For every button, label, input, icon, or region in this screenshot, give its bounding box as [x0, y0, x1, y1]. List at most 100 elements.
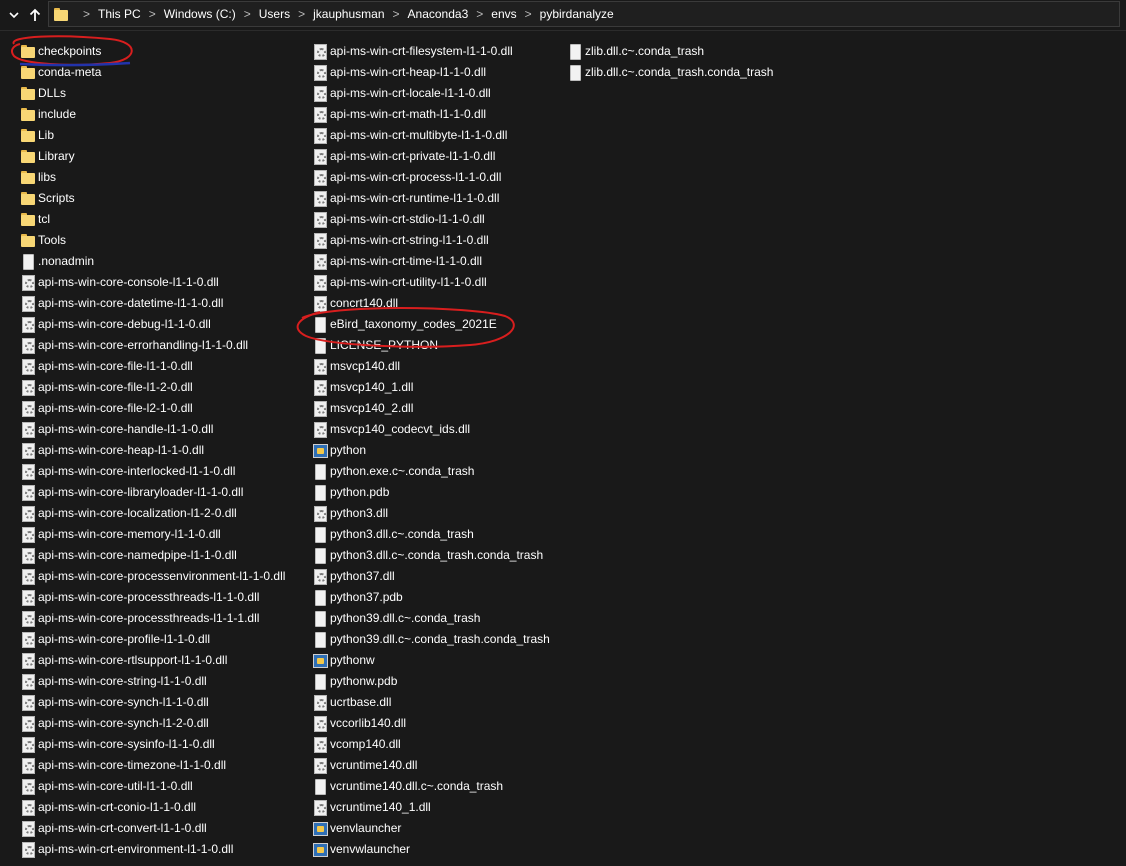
file-item[interactable]: api-ms-win-core-file-l1-1-0.dll: [20, 355, 285, 376]
breadcrumb-item[interactable]: Anaconda3: [408, 7, 469, 21]
file-item[interactable]: msvcp140_1.dll: [312, 376, 550, 397]
breadcrumb-item[interactable]: envs: [491, 7, 516, 21]
file-item[interactable]: api-ms-win-crt-runtime-l1-1-0.dll: [312, 187, 550, 208]
file-item[interactable]: api-ms-win-core-heap-l1-1-0.dll: [20, 439, 285, 460]
file-item[interactable]: zlib.dll.c~.conda_trash.conda_trash: [567, 61, 773, 82]
file-item[interactable]: api-ms-win-core-memory-l1-1-0.dll: [20, 523, 285, 544]
file-item[interactable]: pythonw.pdb: [312, 670, 550, 691]
breadcrumb-item[interactable]: jkauphusman: [313, 7, 384, 21]
file-item[interactable]: api-ms-win-crt-utility-l1-1-0.dll: [312, 271, 550, 292]
file-item[interactable]: python39.dll.c~.conda_trash: [312, 607, 550, 628]
file-item[interactable]: python3.dll.c~.conda_trash.conda_trash: [312, 544, 550, 565]
breadcrumb-item[interactable]: Users: [259, 7, 290, 21]
folder-item[interactable]: tcl: [20, 208, 285, 229]
file-item[interactable]: api-ms-win-crt-locale-l1-1-0.dll: [312, 82, 550, 103]
file-item[interactable]: api-ms-win-core-interlocked-l1-1-0.dll: [20, 460, 285, 481]
file-item[interactable]: api-ms-win-core-console-l1-1-0.dll: [20, 271, 285, 292]
file-item[interactable]: api-ms-win-core-string-l1-1-0.dll: [20, 670, 285, 691]
file-item[interactable]: pythonw: [312, 649, 550, 670]
file-item[interactable]: api-ms-win-crt-math-l1-1-0.dll: [312, 103, 550, 124]
breadcrumb-separator[interactable]: >: [298, 7, 305, 21]
file-item[interactable]: python3.dll.c~.conda_trash: [312, 523, 550, 544]
file-item[interactable]: api-ms-win-crt-stdio-l1-1-0.dll: [312, 208, 550, 229]
item-name: api-ms-win-core-debug-l1-1-0.dll: [38, 316, 211, 331]
breadcrumb-item[interactable]: pybirdanalyze: [540, 7, 614, 21]
file-item[interactable]: api-ms-win-core-profile-l1-1-0.dll: [20, 628, 285, 649]
file-item[interactable]: concrt140.dll: [312, 292, 550, 313]
file-item[interactable]: api-ms-win-core-libraryloader-l1-1-0.dll: [20, 481, 285, 502]
dll-file-icon: [312, 127, 328, 144]
breadcrumb-separator[interactable]: >: [83, 7, 90, 21]
file-item[interactable]: python37.pdb: [312, 586, 550, 607]
file-item[interactable]: vcruntime140.dll: [312, 754, 550, 775]
file-item[interactable]: vcruntime140_1.dll: [312, 796, 550, 817]
file-item[interactable]: api-ms-win-core-file-l2-1-0.dll: [20, 397, 285, 418]
folder-item[interactable]: Tools: [20, 229, 285, 250]
folder-icon: [20, 211, 36, 227]
file-item[interactable]: api-ms-win-core-processthreads-l1-1-0.dl…: [20, 586, 285, 607]
up-arrow-icon[interactable]: [24, 0, 46, 30]
file-item[interactable]: msvcp140.dll: [312, 355, 550, 376]
file-item[interactable]: python: [312, 439, 550, 460]
address-bar[interactable]: > This PC > Windows (C:) > Users > jkauphusman >…: [48, 1, 1120, 27]
file-item[interactable]: vcruntime140.dll.c~.conda_trash: [312, 775, 550, 796]
file-item[interactable]: venvwlauncher: [312, 838, 550, 859]
file-item[interactable]: python3.dll: [312, 502, 550, 523]
file-item[interactable]: api-ms-win-crt-multibyte-l1-1-0.dll: [312, 124, 550, 145]
folder-item[interactable]: Lib: [20, 124, 285, 145]
file-item[interactable]: venvlauncher: [312, 817, 550, 838]
file-item[interactable]: api-ms-win-core-handle-l1-1-0.dll: [20, 418, 285, 439]
file-item[interactable]: eBird_taxonomy_codes_2021E: [312, 313, 550, 334]
file-item[interactable]: api-ms-win-core-namedpipe-l1-1-0.dll: [20, 544, 285, 565]
folder-item[interactable]: DLLs: [20, 82, 285, 103]
file-item[interactable]: LICENSE_PYTHON: [312, 334, 550, 355]
file-item[interactable]: api-ms-win-core-localization-l1-2-0.dll: [20, 502, 285, 523]
file-item[interactable]: api-ms-win-crt-private-l1-1-0.dll: [312, 145, 550, 166]
file-item[interactable]: api-ms-win-core-debug-l1-1-0.dll: [20, 313, 285, 334]
breadcrumb-separator[interactable]: >: [476, 7, 483, 21]
file-item[interactable]: api-ms-win-core-rtlsupport-l1-1-0.dll: [20, 649, 285, 670]
file-item[interactable]: api-ms-win-crt-process-l1-1-0.dll: [312, 166, 550, 187]
folder-item[interactable]: include: [20, 103, 285, 124]
file-item[interactable]: api-ms-win-core-timezone-l1-1-0.dll: [20, 754, 285, 775]
folder-item[interactable]: Library: [20, 145, 285, 166]
file-item[interactable]: ucrtbase.dll: [312, 691, 550, 712]
file-item[interactable]: api-ms-win-core-processenvironment-l1-1-…: [20, 565, 285, 586]
file-item[interactable]: python37.dll: [312, 565, 550, 586]
folder-item[interactable]: libs: [20, 166, 285, 187]
file-item[interactable]: api-ms-win-core-synch-l1-1-0.dll: [20, 691, 285, 712]
file-item[interactable]: api-ms-win-core-processthreads-l1-1-1.dl…: [20, 607, 285, 628]
file-item[interactable]: api-ms-win-crt-convert-l1-1-0.dll: [20, 817, 285, 838]
folder-item[interactable]: conda-meta: [20, 61, 285, 82]
file-item[interactable]: api-ms-win-crt-filesystem-l1-1-0.dll: [312, 40, 550, 61]
folder-item[interactable]: Scripts: [20, 187, 285, 208]
breadcrumb-separator[interactable]: >: [393, 7, 400, 21]
breadcrumb-separator[interactable]: >: [244, 7, 251, 21]
breadcrumb-item[interactable]: This PC: [98, 7, 141, 21]
file-item[interactable]: api-ms-win-core-sysinfo-l1-1-0.dll: [20, 733, 285, 754]
file-item[interactable]: zlib.dll.c~.conda_trash: [567, 40, 773, 61]
file-item[interactable]: msvcp140_codecvt_ids.dll: [312, 418, 550, 439]
file-item[interactable]: api-ms-win-core-errorhandling-l1-1-0.dll: [20, 334, 285, 355]
file-item[interactable]: api-ms-win-core-synch-l1-2-0.dll: [20, 712, 285, 733]
file-item[interactable]: api-ms-win-core-datetime-l1-1-0.dll: [20, 292, 285, 313]
breadcrumb-separator[interactable]: >: [149, 7, 156, 21]
breadcrumb-item[interactable]: Windows (C:): [164, 7, 236, 21]
file-item[interactable]: api-ms-win-core-file-l1-2-0.dll: [20, 376, 285, 397]
file-item[interactable]: api-ms-win-crt-string-l1-1-0.dll: [312, 229, 550, 250]
breadcrumb-separator[interactable]: >: [525, 7, 532, 21]
folder-item[interactable]: checkpoints: [20, 40, 285, 61]
file-item[interactable]: api-ms-win-crt-heap-l1-1-0.dll: [312, 61, 550, 82]
file-item[interactable]: .nonadmin: [20, 250, 285, 271]
file-item[interactable]: python.pdb: [312, 481, 550, 502]
file-item[interactable]: api-ms-win-crt-environment-l1-1-0.dll: [20, 838, 285, 859]
file-item[interactable]: msvcp140_2.dll: [312, 397, 550, 418]
chevron-down-icon[interactable]: [3, 0, 25, 30]
file-item[interactable]: vcomp140.dll: [312, 733, 550, 754]
file-item[interactable]: api-ms-win-crt-conio-l1-1-0.dll: [20, 796, 285, 817]
file-item[interactable]: vccorlib140.dll: [312, 712, 550, 733]
file-item[interactable]: python39.dll.c~.conda_trash.conda_trash: [312, 628, 550, 649]
file-item[interactable]: api-ms-win-core-util-l1-1-0.dll: [20, 775, 285, 796]
file-item[interactable]: api-ms-win-crt-time-l1-1-0.dll: [312, 250, 550, 271]
file-item[interactable]: python.exe.c~.conda_trash: [312, 460, 550, 481]
